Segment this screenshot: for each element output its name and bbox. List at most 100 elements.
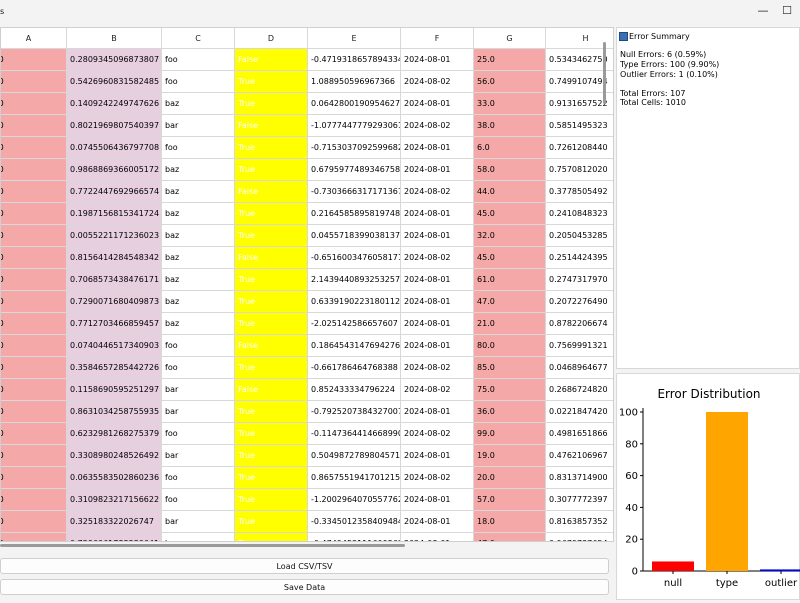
table-cell[interactable]: 2024-08-01	[401, 269, 474, 291]
table-cell[interactable]: -1.0777447779293061	[308, 115, 401, 137]
table-cell[interactable]: False	[235, 181, 308, 203]
table-cell[interactable]: 25.0	[474, 49, 546, 71]
table-cell[interactable]: foo	[162, 489, 235, 511]
table-cell[interactable]: 0.2809345096873807	[67, 49, 162, 71]
table-cell[interactable]: baz	[162, 93, 235, 115]
table-cell[interactable]: 5.0	[1, 247, 67, 269]
table-cell[interactable]: 0.3109823217156622	[67, 489, 162, 511]
table-cell[interactable]: baz	[162, 247, 235, 269]
table-cell[interactable]: 0.5426960831582485	[67, 71, 162, 93]
table-cell[interactable]: 8.0	[1, 423, 67, 445]
table-cell[interactable]: 3.0	[1, 357, 67, 379]
table-cell[interactable]: foo	[162, 423, 235, 445]
table-cell[interactable]: 0.8156414284548342	[67, 247, 162, 269]
table-cell[interactable]: 2024-08-01	[401, 511, 474, 533]
table-cell[interactable]: 36.0	[474, 401, 546, 423]
table-cell[interactable]: foo	[162, 335, 235, 357]
table-cell[interactable]: 8.0	[1, 401, 67, 423]
table-cell[interactable]: 33.0	[474, 93, 546, 115]
table-cell[interactable]: 2024-08-01	[401, 49, 474, 71]
table-cell[interactable]: 75.0	[474, 379, 546, 401]
table-cell[interactable]: 2024-08-01	[401, 93, 474, 115]
table-cell[interactable]: 61.0	[474, 269, 546, 291]
table-cell[interactable]: 2024-08-01	[401, 445, 474, 467]
table-cell[interactable]: True	[235, 137, 308, 159]
table-cell[interactable]: 8.0	[1, 511, 67, 533]
table-cell[interactable]: 45.0	[474, 203, 546, 225]
column-header-f[interactable]: F	[401, 28, 474, 49]
table-cell[interactable]: 0.7722447692966574	[67, 181, 162, 203]
table-cell[interactable]: -0.11473644146689901	[308, 423, 401, 445]
table-cell[interactable]: 85.0	[474, 357, 546, 379]
table-cell[interactable]: 32.0	[474, 225, 546, 247]
table-cell[interactable]: 1.0	[1, 137, 67, 159]
table-cell[interactable]: 0.4762106967	[546, 445, 613, 467]
table-cell[interactable]: -0.7925207384327007	[308, 401, 401, 423]
table-cell[interactable]: 0.06428001909546277	[308, 93, 401, 115]
table-cell[interactable]: 2.0	[1, 335, 67, 357]
table-cell[interactable]: 0.3308980248526492	[67, 445, 162, 467]
table-cell[interactable]: True	[235, 445, 308, 467]
table-cell[interactable]: 2.0	[1, 49, 67, 71]
table-cell[interactable]: 0.5851495323	[546, 115, 613, 137]
table-cell[interactable]: 0.6232981268275379	[67, 423, 162, 445]
table-cell[interactable]: 0.7296061783380641	[67, 533, 162, 541]
data-table[interactable]: ABCDEFGH2.00.2809345096873807fooFalse-0.…	[0, 27, 614, 542]
table-cell[interactable]: 0.7290071680409873	[67, 291, 162, 313]
table-cell[interactable]: 0.2050453285	[546, 225, 613, 247]
table-cell[interactable]: 2.0	[1, 379, 67, 401]
table-cell[interactable]: 99.0	[474, 423, 546, 445]
table-cell[interactable]: 0.9679737654	[546, 533, 613, 541]
table-cell[interactable]: 9.0	[1, 533, 67, 541]
table-cell[interactable]: 0.852433334796224	[308, 379, 401, 401]
table-cell[interactable]: 2024-08-01	[401, 489, 474, 511]
table-cell[interactable]: -0.7153037092599682	[308, 137, 401, 159]
table-cell[interactable]: baz	[162, 291, 235, 313]
minimize-button[interactable]: —	[754, 3, 772, 19]
table-cell[interactable]: baz	[162, 159, 235, 181]
table-cell[interactable]: 44.0	[474, 181, 546, 203]
table-cell[interactable]: True	[235, 467, 308, 489]
column-header-g[interactable]: G	[474, 28, 546, 49]
table-cell[interactable]: 0.6795977489346758	[308, 159, 401, 181]
table-cell[interactable]: foo	[162, 467, 235, 489]
table-cell[interactable]: 2.1439440893253257	[308, 269, 401, 291]
table-cell[interactable]: 0.8657551941701215	[308, 467, 401, 489]
table-cell[interactable]: 4.0	[1, 489, 67, 511]
table-cell[interactable]: 4.0	[1, 291, 67, 313]
table-cell[interactable]: bar	[162, 379, 235, 401]
column-header-b[interactable]: B	[67, 28, 162, 49]
table-cell[interactable]: 2024-08-01	[401, 401, 474, 423]
table-cell[interactable]: 2024-08-02	[401, 247, 474, 269]
table-cell[interactable]: 2024-08-02	[401, 423, 474, 445]
table-cell[interactable]: 0.2686724820	[546, 379, 613, 401]
table-cell[interactable]: 0.2747317970	[546, 269, 613, 291]
table-cell[interactable]: 1.088950596967366	[308, 71, 401, 93]
table-cell[interactable]: -0.3345012358409484	[308, 511, 401, 533]
table-cell[interactable]: foo	[162, 137, 235, 159]
table-cell[interactable]: 56.0	[474, 71, 546, 93]
table-cell[interactable]: -0.7303666317171367	[308, 181, 401, 203]
column-header-a[interactable]: A	[1, 28, 67, 49]
table-cell[interactable]: 21.0	[474, 313, 546, 335]
table-cell[interactable]: 0.7570812020	[546, 159, 613, 181]
column-header-e[interactable]: E	[308, 28, 401, 49]
table-cell[interactable]: 2.0	[1, 467, 67, 489]
table-cell[interactable]: True	[235, 93, 308, 115]
table-cell[interactable]: 3.0	[1, 181, 67, 203]
table-cell[interactable]: 0.7569991321	[546, 335, 613, 357]
table-cell[interactable]: baz	[162, 313, 235, 335]
table-cell[interactable]: 3.0	[1, 71, 67, 93]
table-cell[interactable]: 8.0	[1, 269, 67, 291]
table-cell[interactable]: 2024-08-01	[401, 533, 474, 541]
table-cell[interactable]: 0.045571839903813784	[308, 225, 401, 247]
table-cell[interactable]: 80.0	[474, 335, 546, 357]
table-cell[interactable]: bar	[162, 401, 235, 423]
table-cell[interactable]: 0.0055221171236023	[67, 225, 162, 247]
table-cell[interactable]: 0.3778505492	[546, 181, 613, 203]
column-header-d[interactable]: D	[235, 28, 308, 49]
table-cell[interactable]: foo	[162, 357, 235, 379]
table-cell[interactable]: baz	[162, 181, 235, 203]
table-cell[interactable]: 18.0	[474, 511, 546, 533]
table-cell[interactable]: True	[235, 357, 308, 379]
